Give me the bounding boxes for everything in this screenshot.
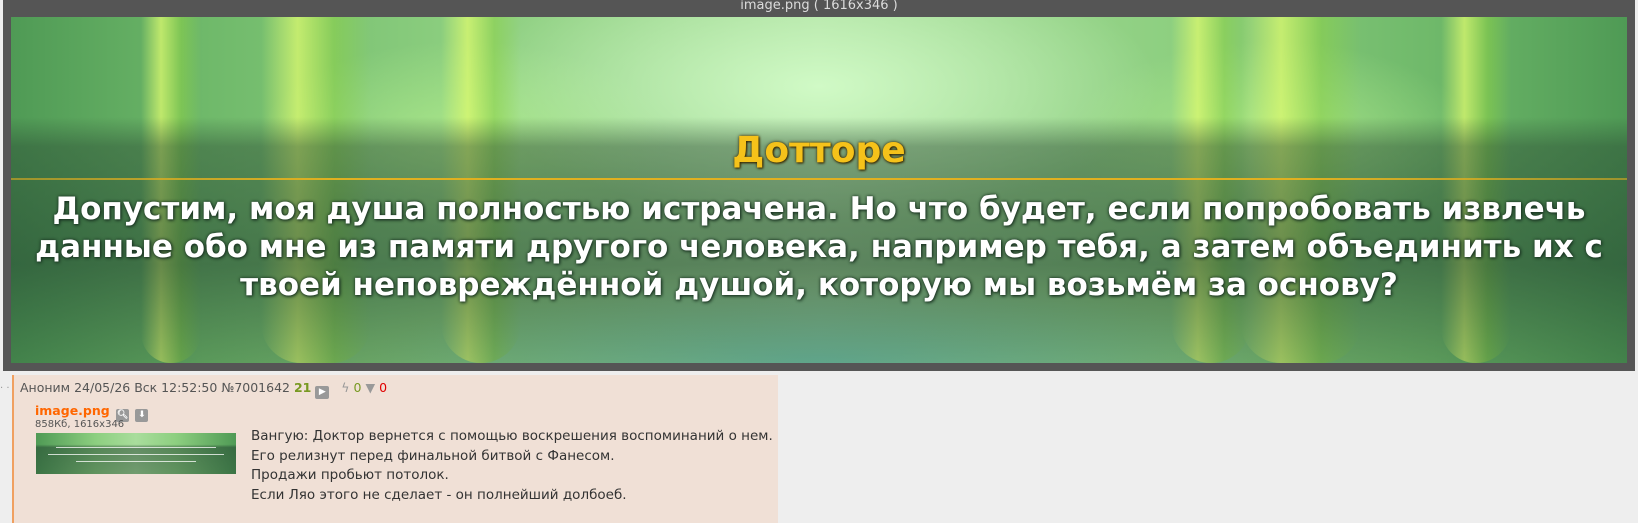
message-line: Если Ляо этого не сделает - он полнейший… (251, 486, 627, 503)
like-count[interactable]: 0 (354, 380, 362, 395)
dialogue-text: Допустим, моя душа полностью истрачена. … (21, 190, 1617, 304)
post: Аноним 24/05/26 Вск 12:52:50 №7001642 21… (12, 375, 778, 523)
dialogue-line: Допустим, моя душа полностью истрачена. … (52, 191, 1586, 227)
file-link[interactable]: image.png (35, 403, 110, 418)
speaker-name: Дотторе (732, 130, 906, 171)
post-author: Аноним (20, 380, 71, 395)
image-viewer[interactable]: image.png ( 1616x346 ) Дотторе Допустим,… (3, 0, 1635, 371)
viewer-title: image.png ( 1616x346 ) (740, 0, 898, 13)
speaker-divider (11, 178, 1627, 180)
message-line: Продажи пробьют потолок. (251, 467, 449, 483)
dialogue-line: данные обо мне из памяти другого человек… (35, 229, 1603, 265)
download-icon[interactable]: ⬇ (135, 409, 149, 422)
play-icon[interactable]: ▶ (315, 386, 330, 399)
thumb-text-line (56, 447, 216, 448)
thumbs-down-icon[interactable]: ▼ (365, 380, 375, 395)
reply-count[interactable]: 21 (294, 380, 311, 395)
file-thumbnail[interactable] (36, 433, 236, 474)
expanded-image[interactable]: Дотторе Допустим, моя душа полностью ист… (11, 17, 1627, 363)
file-meta: 858Кб, 1616x346 (35, 419, 125, 430)
post-header: Аноним 24/05/26 Вск 12:52:50 №7001642 21… (20, 380, 387, 399)
left-dots: · · (0, 383, 10, 394)
message-line: Вангую: Доктор вернется с помощью воскре… (251, 428, 773, 444)
post-number[interactable]: №7001642 (221, 380, 290, 395)
thumb-text-line (76, 461, 196, 462)
dislike-count[interactable]: 0 (379, 380, 387, 395)
post-message: Вангую: Доктор вернется с помощью воскре… (251, 427, 773, 505)
thumb-text-line (48, 454, 224, 455)
lightning-icon[interactable]: ϟ (341, 380, 349, 395)
dialogue-line: твоей неповреждённой душой, которую мы в… (240, 267, 1398, 303)
message-line: Его релизнут перед финальной битвой с Фа… (251, 447, 615, 464)
post-datetime: 24/05/26 Вск 12:52:50 (74, 380, 218, 395)
